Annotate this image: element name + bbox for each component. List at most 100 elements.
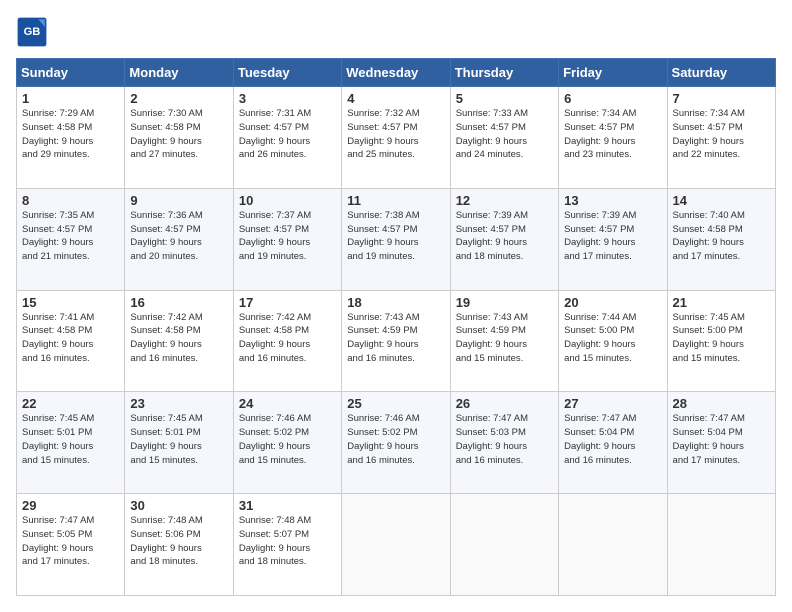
day-cell: 28Sunrise: 7:47 AM Sunset: 5:04 PM Dayli… xyxy=(667,392,775,494)
day-cell: 12Sunrise: 7:39 AM Sunset: 4:57 PM Dayli… xyxy=(450,188,558,290)
day-number: 11 xyxy=(347,193,444,208)
day-number: 2 xyxy=(130,91,227,106)
day-number: 30 xyxy=(130,498,227,513)
day-number: 21 xyxy=(673,295,770,310)
day-info: Sunrise: 7:33 AM Sunset: 4:57 PM Dayligh… xyxy=(456,107,553,162)
day-number: 25 xyxy=(347,396,444,411)
day-info: Sunrise: 7:39 AM Sunset: 4:57 PM Dayligh… xyxy=(456,209,553,264)
day-number: 5 xyxy=(456,91,553,106)
week-row-4: 22Sunrise: 7:45 AM Sunset: 5:01 PM Dayli… xyxy=(17,392,776,494)
day-info: Sunrise: 7:45 AM Sunset: 5:00 PM Dayligh… xyxy=(673,311,770,366)
page: GB SundayMondayTuesdayWednesdayThursdayF… xyxy=(0,0,792,612)
day-info: Sunrise: 7:46 AM Sunset: 5:02 PM Dayligh… xyxy=(347,412,444,467)
day-info: Sunrise: 7:37 AM Sunset: 4:57 PM Dayligh… xyxy=(239,209,336,264)
header: GB xyxy=(16,16,776,48)
weekday-header-wednesday: Wednesday xyxy=(342,59,450,87)
weekday-header-row: SundayMondayTuesdayWednesdayThursdayFrid… xyxy=(17,59,776,87)
day-info: Sunrise: 7:47 AM Sunset: 5:05 PM Dayligh… xyxy=(22,514,119,569)
day-number: 22 xyxy=(22,396,119,411)
svg-text:GB: GB xyxy=(24,26,41,38)
weekday-header-tuesday: Tuesday xyxy=(233,59,341,87)
day-info: Sunrise: 7:47 AM Sunset: 5:03 PM Dayligh… xyxy=(456,412,553,467)
day-number: 8 xyxy=(22,193,119,208)
day-cell: 9Sunrise: 7:36 AM Sunset: 4:57 PM Daylig… xyxy=(125,188,233,290)
day-info: Sunrise: 7:41 AM Sunset: 4:58 PM Dayligh… xyxy=(22,311,119,366)
day-number: 24 xyxy=(239,396,336,411)
day-cell xyxy=(667,494,775,596)
day-number: 12 xyxy=(456,193,553,208)
day-cell: 29Sunrise: 7:47 AM Sunset: 5:05 PM Dayli… xyxy=(17,494,125,596)
week-row-5: 29Sunrise: 7:47 AM Sunset: 5:05 PM Dayli… xyxy=(17,494,776,596)
day-cell: 19Sunrise: 7:43 AM Sunset: 4:59 PM Dayli… xyxy=(450,290,558,392)
day-cell: 23Sunrise: 7:45 AM Sunset: 5:01 PM Dayli… xyxy=(125,392,233,494)
day-cell: 16Sunrise: 7:42 AM Sunset: 4:58 PM Dayli… xyxy=(125,290,233,392)
day-number: 20 xyxy=(564,295,661,310)
day-cell: 3Sunrise: 7:31 AM Sunset: 4:57 PM Daylig… xyxy=(233,87,341,189)
weekday-header-friday: Friday xyxy=(559,59,667,87)
day-info: Sunrise: 7:48 AM Sunset: 5:06 PM Dayligh… xyxy=(130,514,227,569)
weekday-header-sunday: Sunday xyxy=(17,59,125,87)
day-number: 17 xyxy=(239,295,336,310)
day-number: 14 xyxy=(673,193,770,208)
day-cell: 22Sunrise: 7:45 AM Sunset: 5:01 PM Dayli… xyxy=(17,392,125,494)
logo-icon: GB xyxy=(16,16,48,48)
day-number: 4 xyxy=(347,91,444,106)
day-number: 29 xyxy=(22,498,119,513)
day-cell: 25Sunrise: 7:46 AM Sunset: 5:02 PM Dayli… xyxy=(342,392,450,494)
day-info: Sunrise: 7:39 AM Sunset: 4:57 PM Dayligh… xyxy=(564,209,661,264)
day-cell: 24Sunrise: 7:46 AM Sunset: 5:02 PM Dayli… xyxy=(233,392,341,494)
day-number: 13 xyxy=(564,193,661,208)
day-cell: 30Sunrise: 7:48 AM Sunset: 5:06 PM Dayli… xyxy=(125,494,233,596)
day-cell: 5Sunrise: 7:33 AM Sunset: 4:57 PM Daylig… xyxy=(450,87,558,189)
day-number: 31 xyxy=(239,498,336,513)
weekday-header-saturday: Saturday xyxy=(667,59,775,87)
day-number: 16 xyxy=(130,295,227,310)
day-cell: 1Sunrise: 7:29 AM Sunset: 4:58 PM Daylig… xyxy=(17,87,125,189)
day-info: Sunrise: 7:38 AM Sunset: 4:57 PM Dayligh… xyxy=(347,209,444,264)
day-info: Sunrise: 7:43 AM Sunset: 4:59 PM Dayligh… xyxy=(456,311,553,366)
day-cell: 27Sunrise: 7:47 AM Sunset: 5:04 PM Dayli… xyxy=(559,392,667,494)
day-info: Sunrise: 7:42 AM Sunset: 4:58 PM Dayligh… xyxy=(239,311,336,366)
day-number: 28 xyxy=(673,396,770,411)
day-number: 3 xyxy=(239,91,336,106)
day-cell: 20Sunrise: 7:44 AM Sunset: 5:00 PM Dayli… xyxy=(559,290,667,392)
day-cell: 14Sunrise: 7:40 AM Sunset: 4:58 PM Dayli… xyxy=(667,188,775,290)
day-info: Sunrise: 7:40 AM Sunset: 4:58 PM Dayligh… xyxy=(673,209,770,264)
week-row-1: 1Sunrise: 7:29 AM Sunset: 4:58 PM Daylig… xyxy=(17,87,776,189)
day-info: Sunrise: 7:30 AM Sunset: 4:58 PM Dayligh… xyxy=(130,107,227,162)
day-number: 23 xyxy=(130,396,227,411)
day-number: 26 xyxy=(456,396,553,411)
week-row-3: 15Sunrise: 7:41 AM Sunset: 4:58 PM Dayli… xyxy=(17,290,776,392)
day-cell xyxy=(342,494,450,596)
day-cell: 15Sunrise: 7:41 AM Sunset: 4:58 PM Dayli… xyxy=(17,290,125,392)
day-number: 10 xyxy=(239,193,336,208)
day-number: 18 xyxy=(347,295,444,310)
calendar-table: SundayMondayTuesdayWednesdayThursdayFrid… xyxy=(16,58,776,596)
day-cell: 13Sunrise: 7:39 AM Sunset: 4:57 PM Dayli… xyxy=(559,188,667,290)
day-info: Sunrise: 7:42 AM Sunset: 4:58 PM Dayligh… xyxy=(130,311,227,366)
week-row-2: 8Sunrise: 7:35 AM Sunset: 4:57 PM Daylig… xyxy=(17,188,776,290)
day-cell: 31Sunrise: 7:48 AM Sunset: 5:07 PM Dayli… xyxy=(233,494,341,596)
day-info: Sunrise: 7:31 AM Sunset: 4:57 PM Dayligh… xyxy=(239,107,336,162)
day-info: Sunrise: 7:47 AM Sunset: 5:04 PM Dayligh… xyxy=(673,412,770,467)
day-cell: 7Sunrise: 7:34 AM Sunset: 4:57 PM Daylig… xyxy=(667,87,775,189)
logo: GB xyxy=(16,16,52,48)
day-info: Sunrise: 7:44 AM Sunset: 5:00 PM Dayligh… xyxy=(564,311,661,366)
day-info: Sunrise: 7:36 AM Sunset: 4:57 PM Dayligh… xyxy=(130,209,227,264)
day-cell: 17Sunrise: 7:42 AM Sunset: 4:58 PM Dayli… xyxy=(233,290,341,392)
day-info: Sunrise: 7:35 AM Sunset: 4:57 PM Dayligh… xyxy=(22,209,119,264)
day-cell xyxy=(450,494,558,596)
day-info: Sunrise: 7:45 AM Sunset: 5:01 PM Dayligh… xyxy=(22,412,119,467)
weekday-header-monday: Monday xyxy=(125,59,233,87)
day-info: Sunrise: 7:29 AM Sunset: 4:58 PM Dayligh… xyxy=(22,107,119,162)
day-cell: 2Sunrise: 7:30 AM Sunset: 4:58 PM Daylig… xyxy=(125,87,233,189)
day-info: Sunrise: 7:34 AM Sunset: 4:57 PM Dayligh… xyxy=(673,107,770,162)
day-number: 19 xyxy=(456,295,553,310)
day-number: 7 xyxy=(673,91,770,106)
day-info: Sunrise: 7:34 AM Sunset: 4:57 PM Dayligh… xyxy=(564,107,661,162)
day-number: 9 xyxy=(130,193,227,208)
day-number: 15 xyxy=(22,295,119,310)
day-cell: 11Sunrise: 7:38 AM Sunset: 4:57 PM Dayli… xyxy=(342,188,450,290)
day-info: Sunrise: 7:32 AM Sunset: 4:57 PM Dayligh… xyxy=(347,107,444,162)
day-info: Sunrise: 7:45 AM Sunset: 5:01 PM Dayligh… xyxy=(130,412,227,467)
